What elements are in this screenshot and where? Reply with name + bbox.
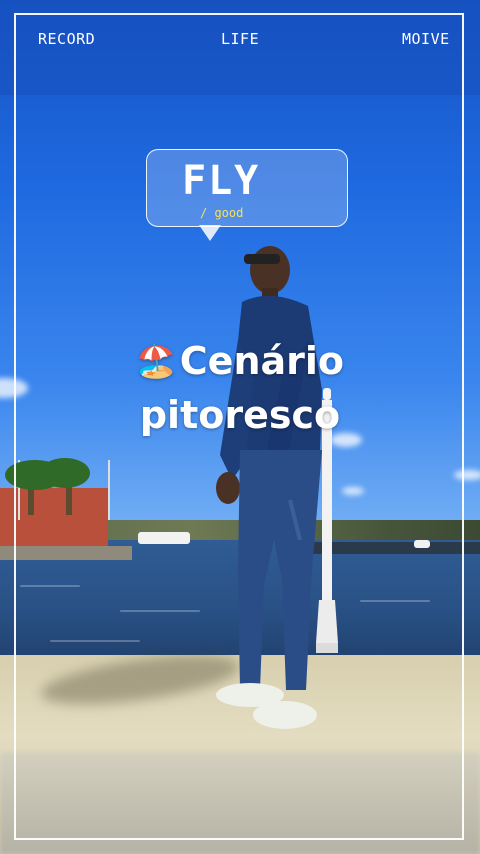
bubble-title: FLY	[182, 158, 261, 204]
boat	[414, 540, 430, 548]
caption-text: 🏖️ Cenário pitoresco	[0, 334, 480, 442]
blurred-foreground	[0, 752, 480, 854]
bubble-subtitle: / good	[200, 206, 244, 220]
caption-line-1: Cenário	[179, 339, 345, 383]
speech-bubble-tail	[199, 225, 221, 241]
beach-umbrella-icon: 🏖️	[135, 342, 176, 380]
palm-tree	[40, 458, 90, 488]
water-ripple	[50, 640, 140, 642]
record-label: RECORD	[38, 30, 96, 48]
water-ripple	[20, 585, 80, 587]
speech-bubble: FLY / good	[146, 149, 348, 227]
top-bar: RECORD LIFE MOIVE	[0, 0, 480, 95]
cloud	[454, 470, 480, 480]
moive-label: MOIVE	[402, 30, 450, 48]
caption-line-2: pitoresco	[139, 393, 341, 437]
man-standing	[216, 246, 322, 729]
water-ripple	[360, 600, 430, 602]
life-label: LIFE	[221, 30, 260, 48]
